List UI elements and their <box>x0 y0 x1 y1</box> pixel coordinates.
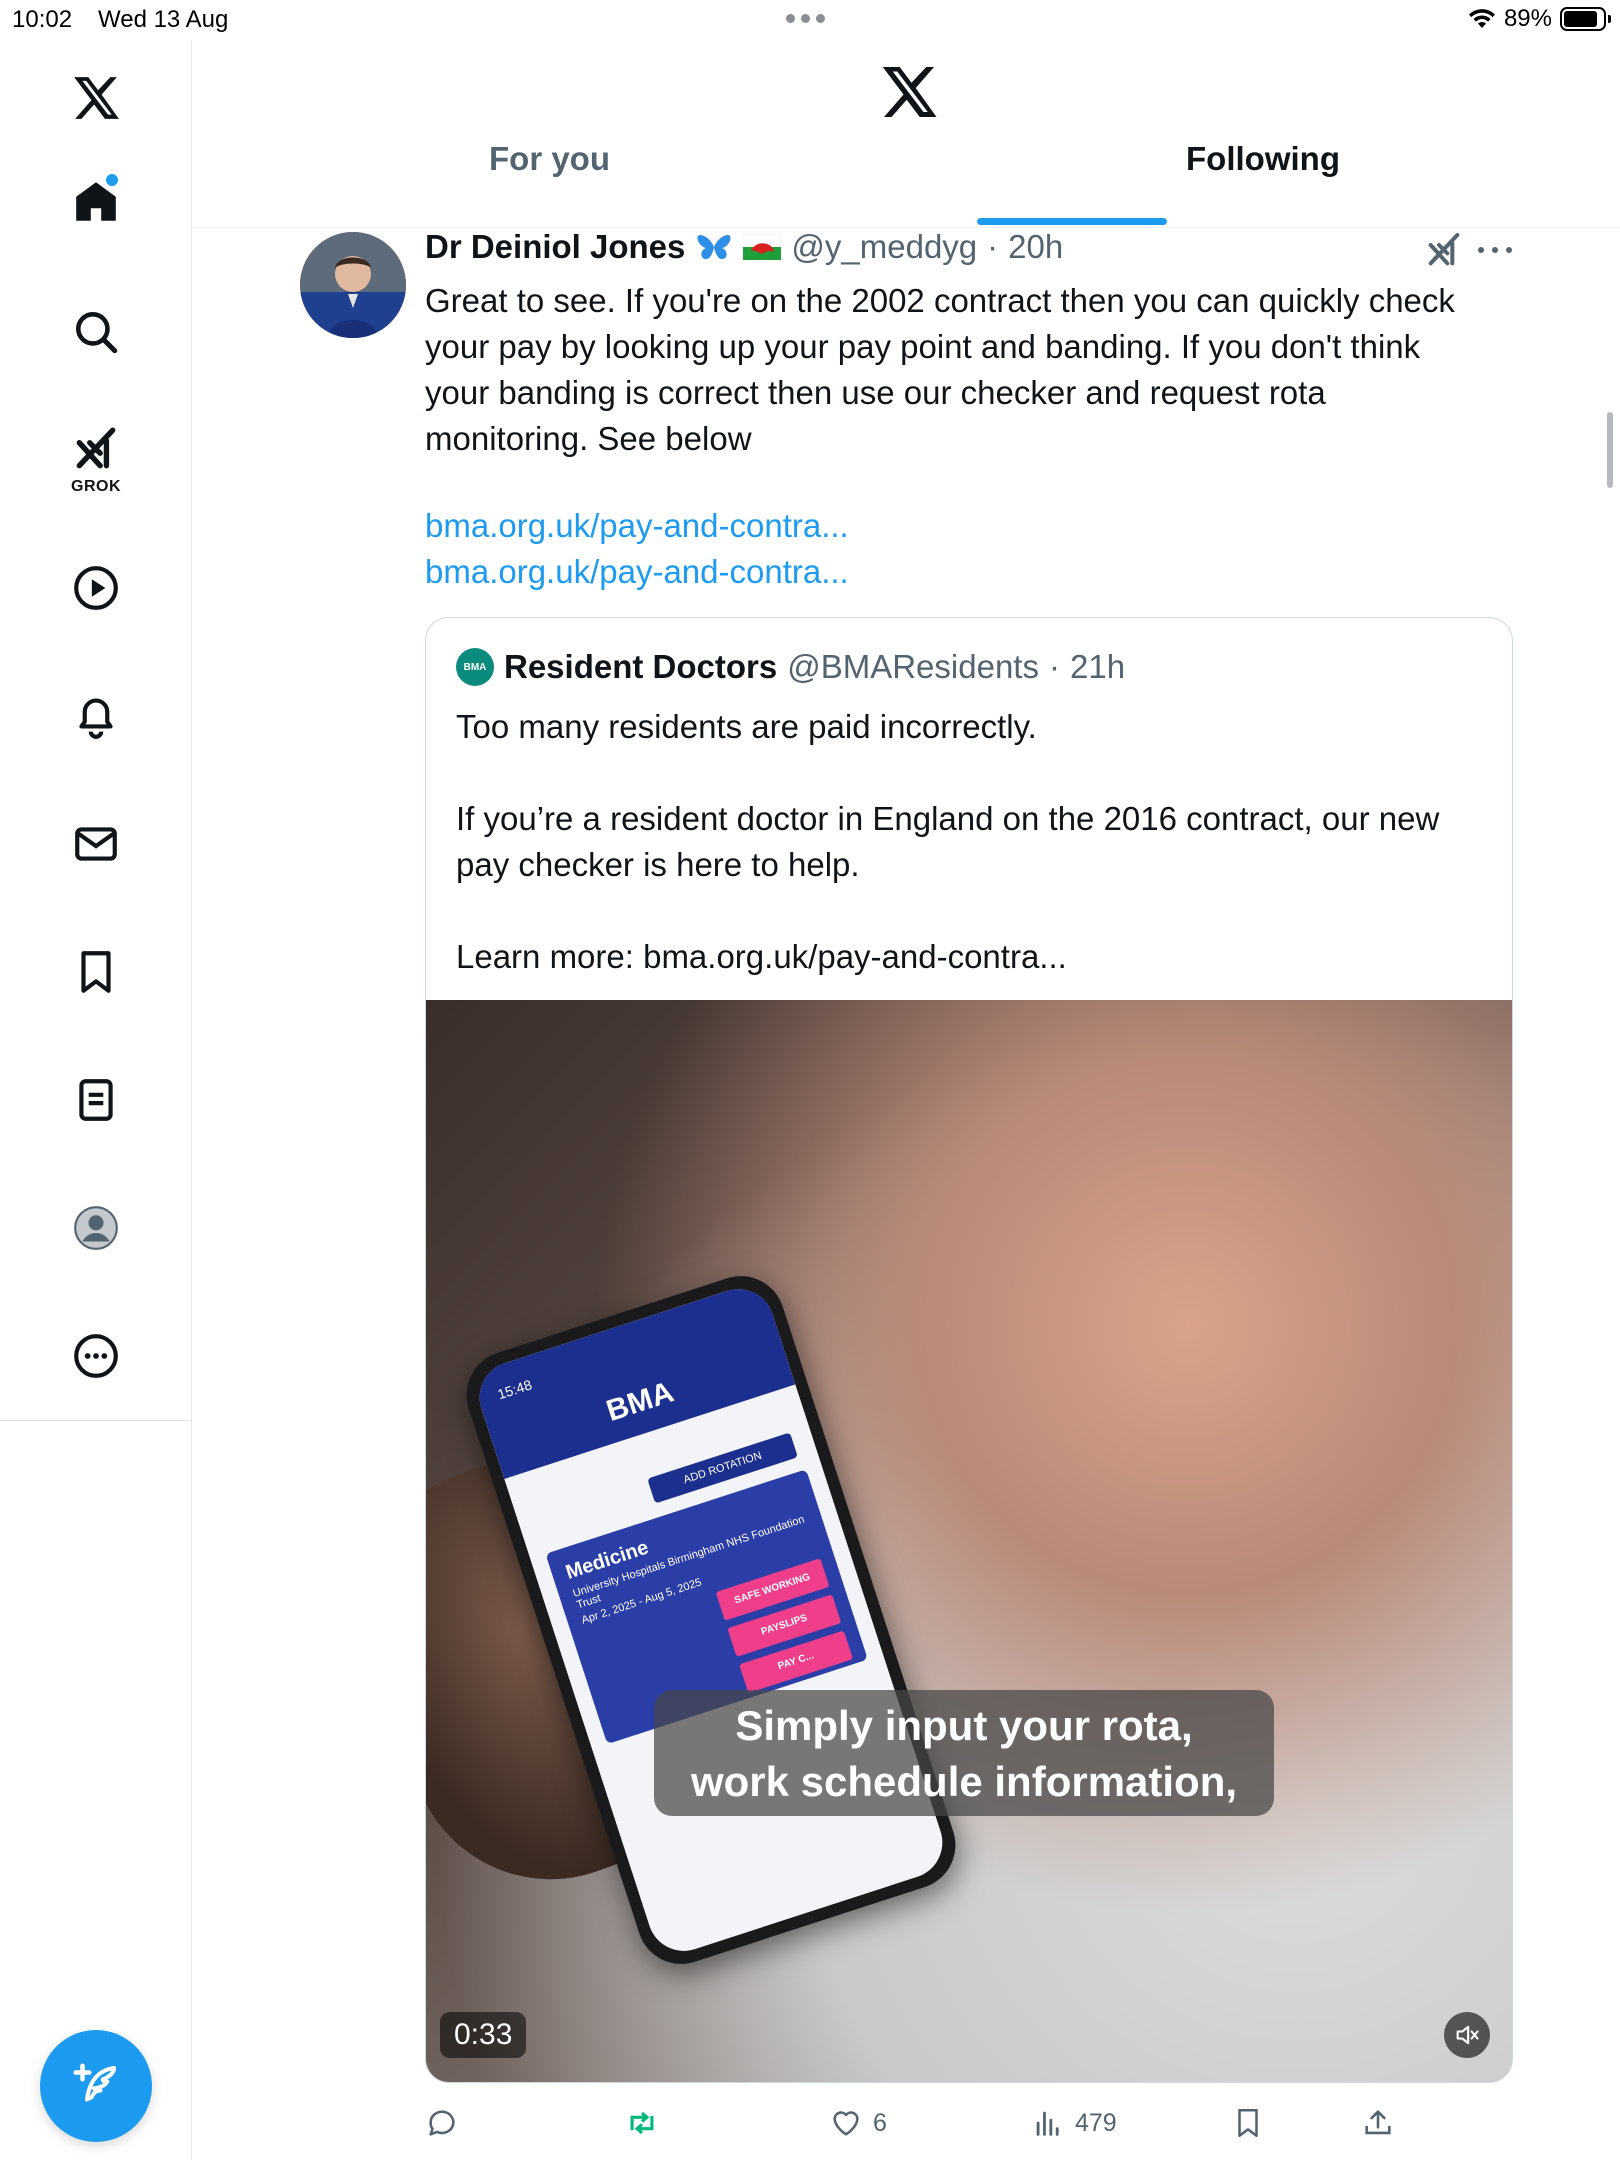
tab-label: For you <box>489 140 610 177</box>
share-icon <box>1365 2110 1391 2135</box>
like-button[interactable]: 6 <box>829 2098 887 2148</box>
tweet-text-line: monitoring. See below <box>425 420 752 457</box>
video-caption: Simply input your rota, work schedule in… <box>654 1690 1274 1816</box>
mute-button[interactable] <box>1444 2012 1490 2058</box>
tab-label: Following <box>1186 140 1340 177</box>
views-button[interactable]: 479 <box>1031 2098 1117 2148</box>
x-logo-icon[interactable] <box>58 60 134 136</box>
like-count: 6 <box>873 2108 887 2137</box>
reply-button[interactable] <box>425 2098 469 2148</box>
play-circle-icon <box>74 566 118 610</box>
quoted-text-line <box>456 750 1486 796</box>
tab-for-you[interactable]: For you <box>193 140 906 228</box>
quoted-tweet-text: Too many residents are paid incorrectly.… <box>456 704 1486 980</box>
quoted-tweet-time[interactable]: 21h <box>1070 648 1125 686</box>
active-tab-indicator <box>977 218 1167 225</box>
video-player[interactable]: 15:48 BMA ADD ROTATION Medicine Universi… <box>426 1000 1512 2082</box>
sidebar-item-more[interactable] <box>58 1318 134 1394</box>
compose-button[interactable] <box>40 2030 152 2142</box>
heart-icon <box>833 2111 859 2136</box>
status-time: 10:02 <box>12 6 73 33</box>
author-name[interactable]: Dr Deiniol Jones <box>425 228 685 266</box>
sidebar-item-bookmarks[interactable] <box>58 934 134 1010</box>
wifi-icon <box>1468 9 1495 28</box>
multitasking-dots[interactable] <box>786 14 825 23</box>
quoted-text-line: Too many residents are paid incorrectly. <box>456 708 1037 745</box>
tab-following[interactable]: Following <box>906 140 1620 228</box>
search-icon <box>76 312 118 354</box>
bookmark-icon <box>1238 2108 1258 2138</box>
bookmark-icon <box>81 951 111 993</box>
more-options-icon[interactable] <box>1478 230 1512 270</box>
share-button[interactable] <box>1361 2098 1395 2148</box>
status-date: Wed 13 Aug <box>98 6 229 33</box>
quoted-text-line <box>456 888 1486 934</box>
quoted-author-avatar[interactable]: BMA <box>456 648 494 686</box>
separator-dot: · <box>987 228 999 265</box>
welsh-flag-icon <box>743 234 782 260</box>
more-circle-icon <box>74 1334 118 1378</box>
quoted-tweet[interactable]: BMA Resident Doctors @BMAResidents · 21h… <box>425 617 1513 2083</box>
caption-line: Simply input your rota, <box>735 1702 1193 1749</box>
separator-dot: · <box>1048 648 1060 685</box>
grok-icon <box>76 427 116 469</box>
sidebar-item-lists[interactable] <box>58 1062 134 1138</box>
tweet-text: Great to see. If you're on the 2002 cont… <box>425 278 1515 462</box>
tweet-actions: 6 479 <box>425 2098 1425 2148</box>
tweet-link[interactable]: bma.org.uk/pay-and-contra... <box>425 553 849 591</box>
author-avatar[interactable] <box>300 232 406 338</box>
video-duration: 0:33 <box>440 2012 527 2058</box>
scrollbar[interactable] <box>1607 412 1613 488</box>
quoted-text-line: pay checker is here to help. <box>456 846 860 883</box>
tweet-text-line: your banding is correct then use our che… <box>425 374 1326 411</box>
sidebar-item-grok[interactable]: GROK <box>58 420 134 496</box>
quoted-author-name[interactable]: Resident Doctors <box>504 648 777 686</box>
tweet-header: Dr Deiniol Jones @y_meddyg · 20h <box>425 228 1063 266</box>
sidebar-item-search[interactable] <box>58 294 134 370</box>
quoted-text-line: If you’re a resident doctor in England o… <box>456 800 1440 837</box>
grok-icon[interactable] <box>1424 230 1464 270</box>
bookmark-button[interactable] <box>1231 2098 1265 2148</box>
x-logo-icon[interactable] <box>879 62 939 122</box>
sidebar-item-home[interactable] <box>58 164 134 240</box>
quoted-author-handle[interactable]: @BMAResidents <box>787 648 1039 686</box>
profile-avatar-icon <box>74 1206 118 1250</box>
battery-icon <box>1560 7 1611 31</box>
repost-button[interactable] <box>625 2098 669 2148</box>
reply-icon <box>429 2110 455 2136</box>
views-chart-icon <box>1036 2111 1059 2136</box>
battery-percent: 89% <box>1503 5 1552 32</box>
sidebar-item-messages[interactable] <box>58 806 134 882</box>
butterfly-icon <box>697 235 731 260</box>
timeline-header: For you Following <box>193 40 1620 228</box>
grok-label: GROK <box>71 478 121 495</box>
caption-line: work schedule information, <box>690 1758 1238 1805</box>
author-handle[interactable]: @y_meddyg <box>791 228 977 266</box>
repost-icon <box>630 2111 654 2135</box>
list-icon <box>79 1079 113 1121</box>
views-count: 479 <box>1075 2108 1117 2137</box>
quoted-text-line[interactable]: Learn more: bma.org.uk/pay-and-contra... <box>456 934 1486 980</box>
quoted-tweet-header: BMA Resident Doctors @BMAResidents · 21h <box>456 648 1125 686</box>
sidebar-item-notifications[interactable] <box>58 678 134 754</box>
tweet-time[interactable]: 20h <box>1008 228 1063 266</box>
sidebar-item-video[interactable] <box>58 550 134 626</box>
envelope-icon <box>75 827 117 861</box>
feather-plus-icon <box>73 2063 117 2102</box>
unread-dot <box>106 174 118 186</box>
tweet-text-line: Great to see. If you're on the 2002 cont… <box>425 282 1455 319</box>
speaker-muted-icon <box>1456 2025 1479 2045</box>
sidebar-divider <box>0 1420 192 1421</box>
tweet-text-line: your pay by looking up your pay point an… <box>425 328 1421 365</box>
status-bar: 10:02 Wed 13 Aug 89% <box>0 0 1620 40</box>
tweet-link[interactable]: bma.org.uk/pay-and-contra... <box>425 507 849 545</box>
status-indicators: 89% <box>1468 5 1611 33</box>
sidebar: GROK <box>0 40 192 2160</box>
bell-icon <box>79 698 113 739</box>
sidebar-item-profile[interactable] <box>58 1190 134 1266</box>
